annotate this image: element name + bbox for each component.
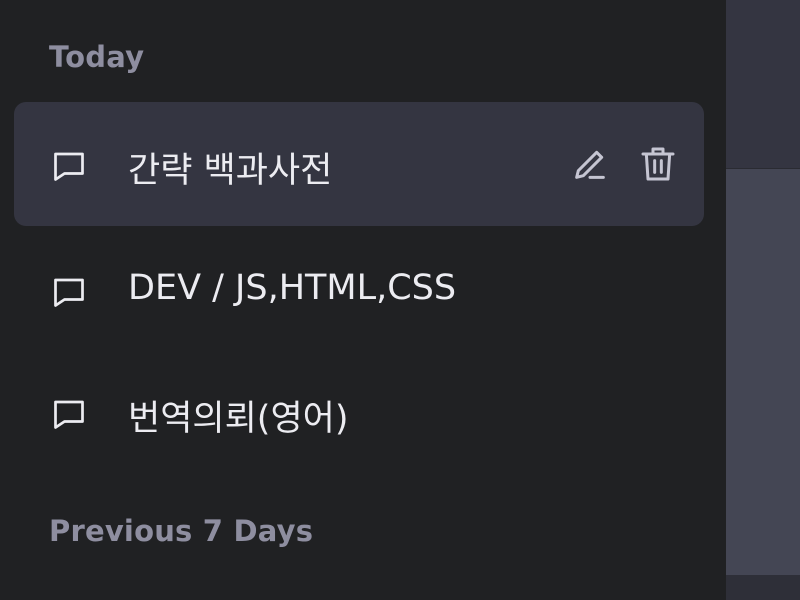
sidebar: Today 간략 백과사전 DEV / JS,HTML,CSS 번역의뢰(영어)… xyxy=(0,0,726,600)
main-footer-area xyxy=(726,575,800,600)
app-window: Today 간략 백과사전 DEV / JS,HTML,CSS 번역의뢰(영어)… xyxy=(0,0,800,600)
delete-chat-button[interactable] xyxy=(638,144,678,184)
trash-icon xyxy=(641,147,675,181)
chat-bubble-icon xyxy=(51,396,87,432)
edit-chat-button[interactable] xyxy=(570,144,610,184)
main-message-area xyxy=(726,169,800,575)
chat-item-label: 간략 백과사전 xyxy=(128,151,333,191)
section-label-today: Today xyxy=(49,40,145,74)
section-label-previous-7-days: Previous 7 Days xyxy=(49,514,314,548)
chat-item[interactable]: 번역의뢰(영어) xyxy=(14,350,704,474)
chat-bubble-icon xyxy=(51,274,87,310)
chat-bubble-icon xyxy=(51,148,87,184)
chat-item-label: DEV / JS,HTML,CSS xyxy=(128,268,457,308)
pencil-icon xyxy=(575,150,605,179)
chat-item-active[interactable]: 간략 백과사전 xyxy=(14,102,704,226)
chat-item[interactable]: DEV / JS,HTML,CSS xyxy=(14,228,704,352)
chat-item-label: 번역의뢰(영어) xyxy=(128,399,349,439)
main-header-area xyxy=(726,0,800,169)
main-content-edge xyxy=(726,0,800,600)
